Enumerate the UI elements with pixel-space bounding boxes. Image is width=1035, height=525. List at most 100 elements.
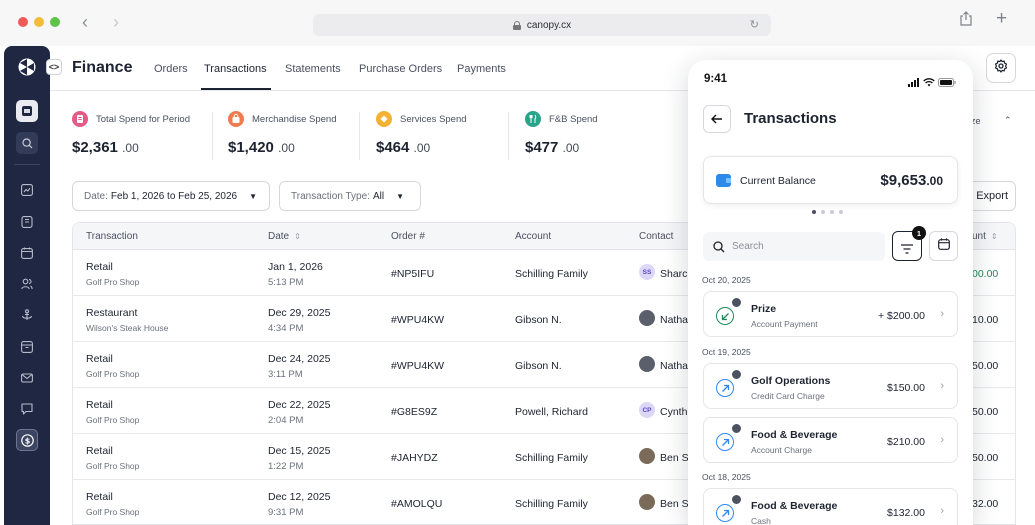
contact-name[interactable]: Ben S [660,452,689,464]
browser-toolbar: ‹ › canopy.cx ↻ + [0,0,1035,46]
caret-down-icon: ▼ [249,191,258,201]
row-date: Jan 1, 2026 [268,261,323,273]
utensils-icon [525,111,541,127]
transaction-subtitle: Account Payment [751,319,818,329]
sort-icon: ⇕ [990,232,998,241]
stat-label: Services Spend [400,114,467,125]
row-amount: 10.00 [972,314,999,326]
club-badge-icon[interactable] [16,100,38,122]
account-name[interactable]: Schilling Family [515,452,588,464]
transaction-card[interactable]: Prize Account Payment + $200.00 › [703,291,958,337]
sidebar-dashboard-icon[interactable] [16,179,38,201]
contact-name[interactable]: Ben S [660,498,689,510]
avatar [639,494,655,510]
sidebar-members-icon[interactable] [16,273,38,295]
contact-name[interactable]: Cynth [660,406,687,418]
sidebar-anchor-icon[interactable] [16,304,38,326]
order-number[interactable]: #AMOLQU [391,498,442,510]
sidebar-search-icon[interactable] [16,132,38,154]
column-header-date[interactable]: Date ⇕ [268,231,301,242]
tab-statements[interactable]: Statements [285,63,341,75]
chevron-up-icon[interactable]: ⌃ [1004,115,1012,126]
transaction-card[interactable]: Food & Beverage Cash $132.00 › [703,488,958,525]
sidebar: $ [4,46,50,525]
tab-payments[interactable]: Payments [457,63,506,75]
order-number[interactable]: #WPU4KW [391,314,444,326]
contact-name[interactable]: Sharc [660,268,687,280]
settings-button[interactable] [986,53,1016,83]
back-arrow-icon[interactable]: ‹ [82,12,88,33]
sidebar-archive-icon[interactable] [16,336,38,358]
order-number[interactable]: #WPU4KW [391,360,444,372]
calendar-button[interactable] [929,231,958,261]
transaction-card[interactable]: Food & Beverage Account Charge $210.00 › [703,417,958,463]
tab-purchase-orders[interactable]: Purchase Orders [359,63,442,75]
stat-services-spend: Services Spend $464 .00 [376,110,496,160]
sidebar-chat-icon[interactable] [16,398,38,420]
contact-name[interactable]: Natha [660,314,688,326]
row-amount: 32.00 [972,498,999,510]
column-header-contact[interactable]: Contact [639,231,673,242]
transaction-search[interactable]: Search [703,232,885,261]
reload-icon[interactable]: ↻ [750,18,759,31]
account-name[interactable]: Schilling Family [515,268,588,280]
minimize-window-dot[interactable] [34,17,44,27]
forward-arrow-icon[interactable]: › [113,12,119,33]
group-date: Oct 18, 2025 [702,472,751,482]
tab-orders[interactable]: Orders [154,63,188,75]
row-time: 9:31 PM [268,507,304,518]
lock-icon [512,20,521,30]
sidebar-book-icon[interactable] [16,211,38,233]
transaction-amount: + $200.00 [877,310,925,322]
balance-label: Current Balance [740,175,816,187]
account-name[interactable]: Powell, Richard [515,406,588,418]
row-date: Dec 22, 2025 [268,399,331,411]
column-header-amount[interactable]: unt ⇕ [972,231,998,242]
date-range-filter[interactable]: Date: Feb 1, 2026 to Feb 25, 2026 ▼ [72,181,270,211]
address-bar[interactable]: canopy.cx ↻ [313,14,771,36]
stat-value: $1,420 .00 [228,139,295,156]
transaction-type: Retail [86,491,113,503]
calendar-icon [937,237,950,255]
order-number[interactable]: #G8ES9Z [391,406,437,418]
column-header-account[interactable]: Account [515,231,551,242]
transaction-type: Retail [86,353,113,365]
contact-name[interactable]: Natha [660,360,688,372]
transaction-card[interactable]: Golf Operations Credit Card Charge $150.… [703,363,958,409]
new-tab-icon[interactable]: + [996,8,1007,30]
share-icon[interactable] [960,11,972,31]
arrow-down-left-icon [716,307,734,325]
zoom-window-dot[interactable] [50,17,60,27]
arrow-up-right-icon [716,379,734,397]
sidebar-calendar-icon[interactable] [16,242,38,264]
sidebar-toggle-button[interactable]: <> [46,59,62,75]
carousel-pager[interactable] [812,210,843,214]
close-window-dot[interactable] [18,17,28,27]
order-number[interactable]: #JAHYDZ [391,452,438,464]
transaction-title: Food & Beverage [751,429,838,441]
back-button[interactable] [703,105,731,133]
order-number[interactable]: #NP5IFU [391,268,434,280]
account-name[interactable]: Gibson N. [515,360,562,372]
column-header-order[interactable]: Order # [391,231,425,242]
row-amount: 50.00 [972,360,999,372]
row-time: 1:22 PM [268,461,304,472]
account-name[interactable]: Gibson N. [515,314,562,326]
balance-card[interactable]: Current Balance $9,653.00 [703,156,958,204]
app-logo-icon [18,58,36,76]
transaction-type-filter[interactable]: Transaction Type: All ▼ [279,181,421,211]
transaction-type: Retail [86,399,113,411]
caret-down-icon: ▼ [396,191,404,201]
tab-transactions[interactable]: Transactions [204,63,267,75]
sidebar-finance-icon[interactable]: $ [16,429,38,451]
signal-icon [908,74,920,92]
transaction-title: Prize [751,303,777,315]
row-amount: 50.00 [972,406,999,418]
battery-icon [938,74,956,92]
filter-key: Transaction Type: [291,190,370,202]
group-date: Oct 19, 2025 [702,347,751,357]
receipt-icon [72,111,88,127]
column-header-transaction[interactable]: Transaction [86,231,138,242]
account-name[interactable]: Schilling Family [515,498,588,510]
sidebar-mail-icon[interactable] [16,367,38,389]
